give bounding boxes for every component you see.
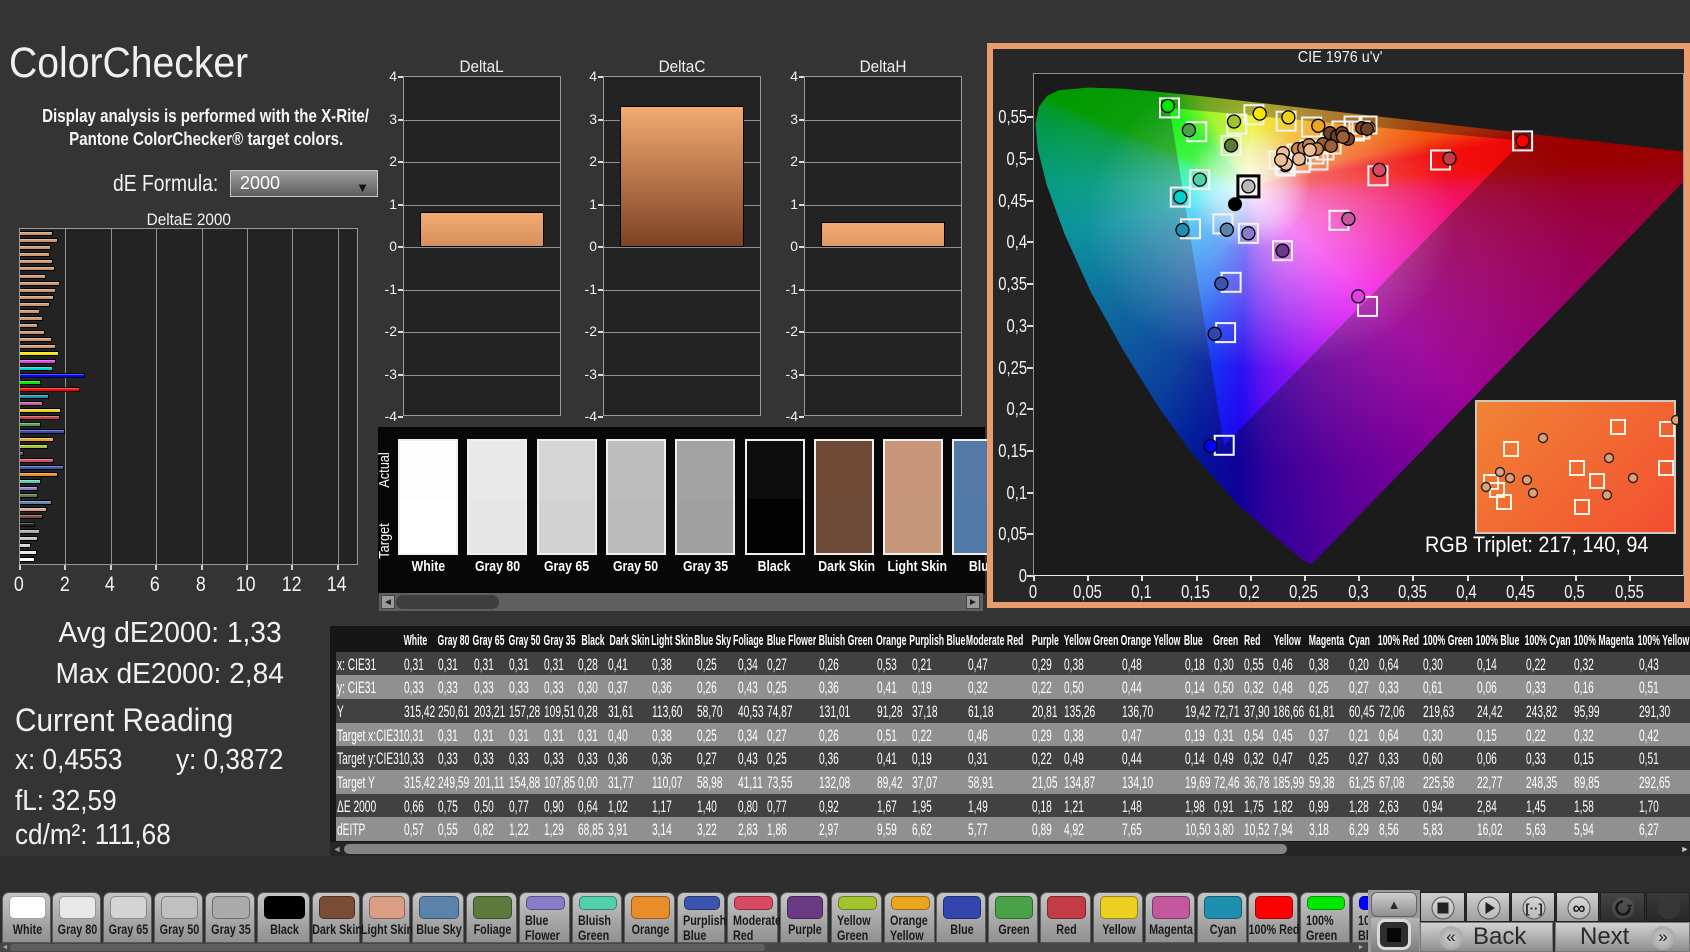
svg-text:∞: ∞ bbox=[1573, 898, 1586, 918]
svg-text:[··]: [··] bbox=[1525, 901, 1542, 916]
